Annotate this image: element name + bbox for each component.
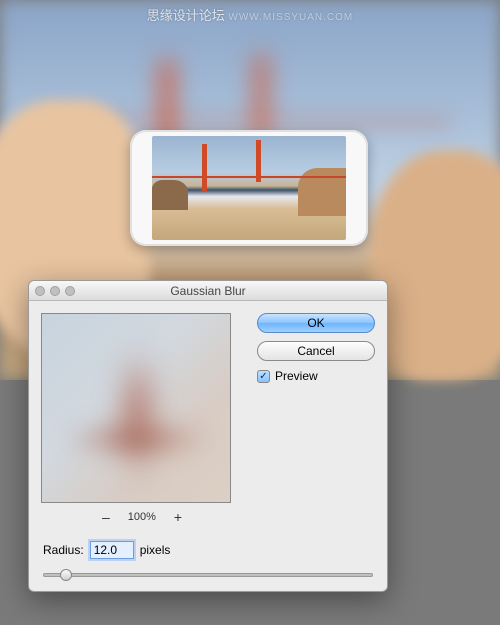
screen-rock [152,180,188,210]
watermark-url: WWW.MISSYUAN.COM [228,12,353,23]
radius-slider[interactable] [43,573,373,577]
preview-content [117,344,157,484]
ok-button[interactable]: OK [257,313,375,333]
cancel-button[interactable]: Cancel [257,341,375,361]
zoom-level: 100% [128,511,156,523]
traffic-lights [35,286,75,296]
close-icon[interactable] [35,286,45,296]
minimize-icon[interactable] [50,286,60,296]
screen-bridge-tower [202,144,207,192]
screen-bridge-cable [152,176,346,178]
radius-unit: pixels [140,543,171,557]
watermark: 思缘设计论坛 WWW.MISSYUAN.COM [0,5,500,24]
preview-checkbox-label: Preview [275,369,318,383]
dialog-title: Gaussian Blur [29,284,387,298]
radius-input[interactable] [90,541,134,559]
blur-preview[interactable] [41,313,231,503]
phone-mockup [130,130,368,246]
watermark-text: 思缘设计论坛 [147,8,225,23]
zoom-icon[interactable] [65,286,75,296]
screen-bridge-tower [256,140,261,182]
gaussian-blur-dialog: Gaussian Blur – 100% + OK Cancel ✓ Previ… [28,280,388,592]
preview-content [62,424,212,454]
zoom-in-button[interactable]: + [174,509,182,525]
radius-slider-thumb[interactable] [60,569,72,581]
hand-right [370,150,500,380]
dialog-titlebar[interactable]: Gaussian Blur [29,281,387,301]
phone-screen-photo [152,136,346,240]
radius-label: Radius: [43,543,84,557]
background-bridge-tower [255,55,267,140]
zoom-out-button[interactable]: – [102,509,110,525]
preview-checkbox[interactable]: ✓ [257,370,270,383]
